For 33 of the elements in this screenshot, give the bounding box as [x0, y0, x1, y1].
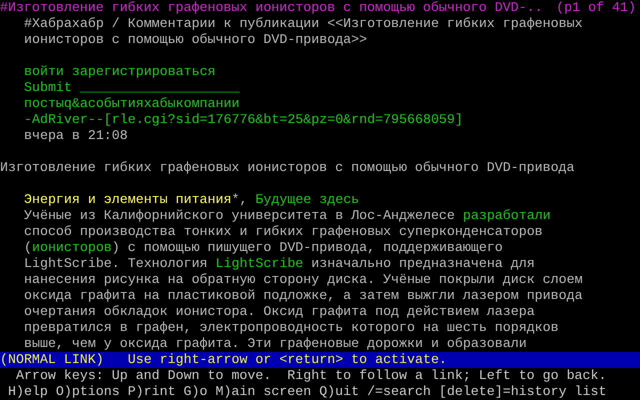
input-field[interactable]: ____________________ — [80, 80, 240, 96]
article-heading: Изготовление гибких графеновых ионисторов с помощью обычного DVD-привода — [0, 160, 576, 176]
body-text: способ производства тонких и гибких графеновых суперконденсаторов — [24, 224, 543, 240]
body-text: Учёные из Калифорнийского университета в Лос-Анджелесе — [24, 208, 456, 224]
link[interactable]: зарегистрироваться — [72, 64, 216, 80]
page-indicator: (p1 of 41) — [556, 0, 636, 16]
header-text: ионисторов с помощью обычного DVD-привода>> — [23, 32, 368, 48]
page-title: #Изготовление гибких графеновых ионисторов с помощью обычного DVD-.. — [0, 0, 543, 16]
body-text: нанесения рисунка на обратную сторону диска. Учёные покрыли диск слоем — [24, 272, 583, 288]
selected-link[interactable]: Энергия и элементы питания — [24, 192, 232, 208]
body-text: изначально предназначена для — [310, 256, 535, 272]
header-text: #Хабрахабр / Комментарии к публикации <<Изготовление гибких графеновых — [23, 16, 584, 32]
body-text: ( — [24, 240, 32, 256]
link-type-label: (NORMAL LINK) — [0, 352, 104, 368]
help-text: Arrow keys: Up and Down to move. Right to follow a link; Left to go back. — [15, 368, 608, 384]
link[interactable]: войти — [24, 64, 64, 80]
link[interactable]: Submit — [24, 80, 72, 96]
body-text: оксида графита на пластиковой подложке, а затем выжгли лазером привода — [24, 288, 583, 304]
link[interactable]: постыq&асобытияхабыкомпании — [24, 96, 240, 112]
status-message: Use right-arrow or <return> to activate. — [128, 352, 447, 368]
link[interactable]: LightScribe — [216, 256, 304, 272]
body-text: LightScribe. Технология — [24, 256, 209, 272]
body-text: ) с помощью пишущего DVD-привода, поддерживающего — [112, 240, 503, 256]
body-text: очертания обкладок ионистора. Оксид графита под действием лазера — [24, 304, 535, 320]
body-text: вчера в 21:08 — [24, 128, 128, 144]
link[interactable]: разработали — [462, 208, 551, 224]
help-text: H)elp O)ptions P)rint G)o M)ain screen Q)uit /=search [delete]=history list — [7, 384, 608, 400]
body-text: превратился в графен, электропроводность которого на шесть порядков — [24, 320, 559, 336]
link[interactable]: Будущее здесь — [255, 192, 360, 208]
body-text: *, — [231, 192, 248, 208]
link[interactable]: ионисторов — [32, 240, 112, 256]
link[interactable]: -AdRiver--[rle.cgi?sid=176776&bt=25&pz=0&rnd=795668059] — [24, 112, 463, 128]
body-text: выше, чем у оксида графита. Эти графеновые дорожки и образовали — [24, 336, 527, 352]
